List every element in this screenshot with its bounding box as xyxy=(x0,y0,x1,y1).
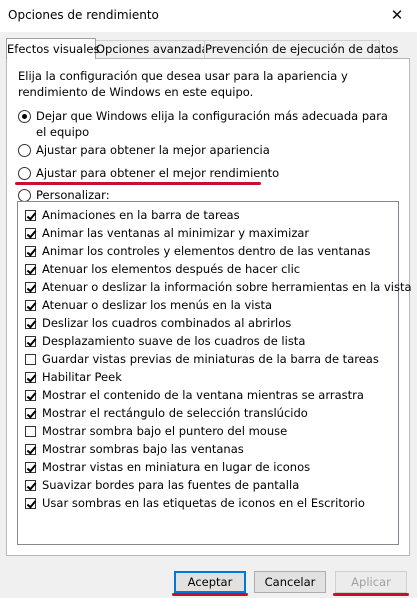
tab-efectos-visuales[interactable]: Efectos visuales xyxy=(6,38,100,59)
effect-checkbox[interactable] xyxy=(25,317,36,329)
effect-label: Animar los controles y elementos dentro … xyxy=(42,244,371,258)
effect-checkbox[interactable] xyxy=(25,281,36,293)
effect-label: Animar las ventanas al minimizar y maxim… xyxy=(42,226,310,240)
effect-item[interactable]: Desplazamiento suave de los cuadros de l… xyxy=(25,332,412,350)
effect-checkbox[interactable] xyxy=(25,497,36,509)
effect-checkbox[interactable] xyxy=(25,479,36,491)
close-icon[interactable]: ✕ xyxy=(385,4,409,26)
window-title: Opciones de rendimiento xyxy=(8,8,159,22)
effect-label: Mostrar el contenido de la ventana mient… xyxy=(42,388,364,402)
effect-item[interactable]: Habilitar Peek xyxy=(25,368,412,386)
radio-windows-choose[interactable]: Dejar que Windows elija la configuración… xyxy=(18,108,396,140)
effect-item[interactable]: Mostrar el rectángulo de selección trans… xyxy=(25,404,412,422)
description-text: Elija la configuración que desea usar pa… xyxy=(18,69,348,99)
effect-checkbox[interactable] xyxy=(25,263,36,275)
effect-item[interactable]: Atenuar los elementos después de hacer c… xyxy=(25,260,412,278)
effect-item[interactable]: Animaciones en la barra de tareas xyxy=(25,206,412,224)
effect-checkbox[interactable] xyxy=(25,425,36,437)
accept-button[interactable]: Aceptar xyxy=(174,571,246,593)
effect-item[interactable]: Mostrar vistas en miniatura en lugar de … xyxy=(25,458,412,476)
effect-label: Atenuar o deslizar los menús en la vista xyxy=(42,298,273,312)
effect-item[interactable]: Usar sombras en las etiquetas de iconos … xyxy=(25,494,412,512)
radio-best-appearance[interactable]: Ajustar para obtener la mejor apariencia xyxy=(18,142,396,158)
radio-button[interactable] xyxy=(18,110,31,123)
effect-item[interactable]: Mostrar sombras bajo las ventanas xyxy=(25,440,412,458)
effect-checkbox[interactable] xyxy=(25,299,36,311)
effect-label: Desplazamiento suave de los cuadros de l… xyxy=(42,334,306,348)
effect-item[interactable]: Mostrar el contenido de la ventana mient… xyxy=(25,386,412,404)
effect-label: Atenuar los elementos después de hacer c… xyxy=(42,262,301,276)
effect-checkbox[interactable] xyxy=(25,443,36,455)
effect-item[interactable]: Atenuar o deslizar los menús en la vista xyxy=(25,296,412,314)
effect-checkbox[interactable] xyxy=(25,227,36,239)
visual-effects-panel: Elija la configuración que desea usar pa… xyxy=(6,58,412,556)
effect-label: Habilitar Peek xyxy=(42,370,122,384)
effect-item[interactable]: Deslizar los cuadros combinados al abrir… xyxy=(25,314,412,332)
radio-button[interactable] xyxy=(18,167,31,180)
radio-label: Ajustar para obtener la mejor apariencia xyxy=(36,143,270,157)
title-bar: Opciones de rendimiento ✕ xyxy=(0,0,417,32)
effect-item[interactable]: Suavizar bordes para las fuentes de pant… xyxy=(25,476,412,494)
radio-button[interactable] xyxy=(18,144,31,157)
apply-underline xyxy=(333,593,409,596)
accept-underline xyxy=(172,593,248,596)
effect-item[interactable]: Atenuar o deslizar la información sobre … xyxy=(25,278,412,296)
effect-item[interactable]: Animar los controles y elementos dentro … xyxy=(25,242,412,260)
effect-label: Mostrar sombra bajo el puntero del mouse xyxy=(42,424,288,438)
effect-label: Guardar vistas previas de miniaturas de … xyxy=(42,352,379,366)
apply-button[interactable]: Aplicar xyxy=(335,571,407,593)
effect-label: Mostrar el rectángulo de selección trans… xyxy=(42,406,308,420)
effect-checkbox[interactable] xyxy=(25,389,36,401)
tab-prevencion-ejecucion-datos[interactable]: Prevención de ejecución de datos xyxy=(204,40,398,59)
effect-checkbox[interactable] xyxy=(25,407,36,419)
effect-label: Deslizar los cuadros combinados al abrir… xyxy=(42,316,292,330)
effect-checkbox[interactable] xyxy=(25,353,36,365)
effect-checkbox[interactable] xyxy=(25,371,36,383)
effect-checkbox[interactable] xyxy=(25,209,36,221)
radio-best-performance[interactable]: Ajustar para obtener el mejor rendimient… xyxy=(18,165,396,181)
effect-checkbox[interactable] xyxy=(25,245,36,257)
effect-label: Atenuar o deslizar la información sobre … xyxy=(42,280,412,294)
effect-label: Mostrar vistas en miniatura en lugar de … xyxy=(42,460,311,474)
highlight-underline xyxy=(15,182,261,185)
effect-checkbox[interactable] xyxy=(25,461,36,473)
effect-checkbox[interactable] xyxy=(25,335,36,347)
effects-list[interactable]: Animaciones en la barra de tareas Animar … xyxy=(17,201,412,545)
effect-item[interactable]: Guardar vistas previas de miniaturas de … xyxy=(25,350,412,368)
effect-item[interactable]: Mostrar sombra bajo el puntero del mouse xyxy=(25,422,412,440)
cancel-button[interactable]: Cancelar xyxy=(254,571,326,593)
effect-label: Animaciones en la barra de tareas xyxy=(42,208,240,222)
radio-label: Ajustar para obtener el mejor rendimient… xyxy=(36,166,280,180)
tab-opciones-avanzadas[interactable]: Opciones avanzadas xyxy=(95,40,215,59)
effect-label: Suavizar bordes para las fuentes de pant… xyxy=(42,478,300,492)
effect-item[interactable]: Animar las ventanas al minimizar y maxim… xyxy=(25,224,412,242)
effect-label: Usar sombras en las etiquetas de iconos … xyxy=(42,496,365,510)
effect-label: Mostrar sombras bajo las ventanas xyxy=(42,442,244,456)
radio-label: Dejar que Windows elija la configuración… xyxy=(36,109,388,139)
